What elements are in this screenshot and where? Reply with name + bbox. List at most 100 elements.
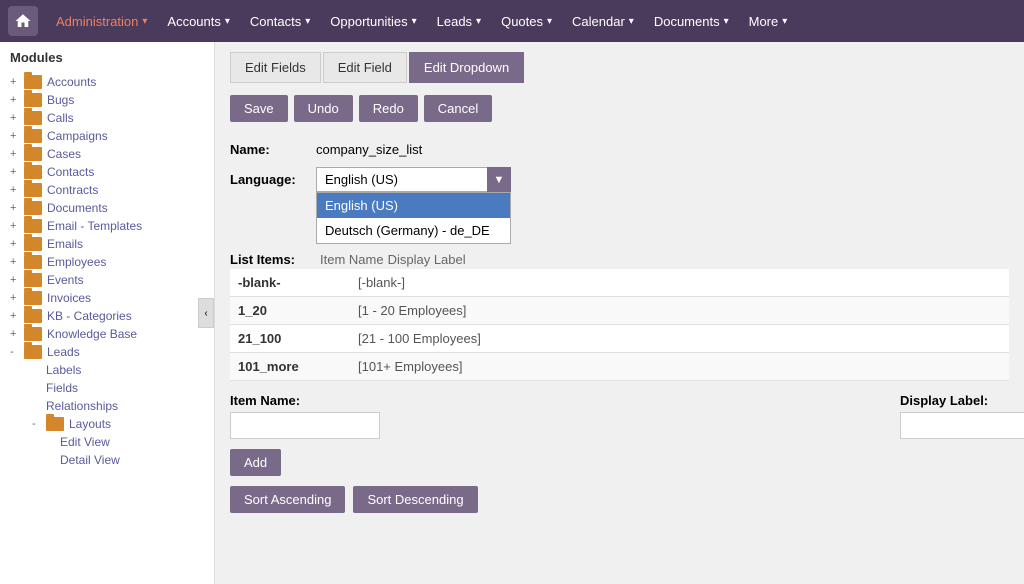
nav-administration[interactable]: Administration ▾ — [46, 0, 157, 42]
sidebar-item-cases[interactable]: + Cases — [0, 145, 214, 163]
nav-accounts[interactable]: Accounts ▾ — [157, 0, 240, 42]
nav-contacts[interactable]: Contacts ▾ — [240, 0, 320, 42]
sidebar-item-label: Layouts — [69, 417, 111, 431]
nav-documents[interactable]: Documents ▾ — [644, 0, 739, 42]
name-value: company_size_list — [316, 142, 422, 157]
sidebar-item-accounts[interactable]: + Accounts — [0, 73, 214, 91]
expand-icon: + — [10, 202, 24, 214]
folder-icon — [24, 147, 42, 161]
folder-icon — [24, 237, 42, 251]
sidebar-item-label: Edit View — [60, 435, 110, 449]
sidebar-item-invoices[interactable]: + Invoices — [0, 289, 214, 307]
sidebar-item-events[interactable]: + Events — [0, 271, 214, 289]
sidebar-item-label: Bugs — [47, 93, 74, 107]
language-option-english[interactable]: English (US) — [317, 193, 510, 218]
item-name-input[interactable] — [230, 412, 380, 439]
language-option-deutsch[interactable]: Deutsch (Germany) - de_DE — [317, 218, 510, 243]
nav-more[interactable]: More ▾ — [739, 0, 798, 42]
list-item-row: 101_more [101+ Employees] — [230, 353, 1009, 381]
sidebar-item-label: Knowledge Base — [47, 327, 137, 341]
expand-icon: + — [10, 166, 24, 178]
name-row: Name: company_size_list — [230, 142, 1009, 157]
sidebar-item-leads[interactable]: - Leads — [0, 343, 214, 361]
folder-icon — [24, 75, 42, 89]
nav-leads[interactable]: Leads ▾ — [427, 0, 491, 42]
item-display-cell: [21 - 100 Employees] — [358, 331, 481, 346]
calendar-arrow-icon: ▾ — [629, 16, 634, 27]
expand-icon: + — [10, 220, 24, 232]
sidebar-collapse-button[interactable]: ‹ — [198, 298, 214, 328]
sidebar-item-knowledge-base[interactable]: + Knowledge Base — [0, 325, 214, 343]
sidebar-item-detail-view[interactable]: Detail View — [0, 451, 214, 469]
name-label: Name: — [230, 142, 310, 157]
redo-button[interactable]: Redo — [359, 95, 418, 122]
sidebar-item-label: Contracts — [47, 183, 98, 197]
display-label-input[interactable] — [900, 412, 1024, 439]
display-label-group: Display Label: — [900, 393, 1024, 439]
sidebar-item-label: Accounts — [47, 75, 96, 89]
accounts-arrow-icon: ▾ — [225, 16, 230, 27]
sidebar-item-label: Campaigns — [47, 129, 108, 143]
folder-icon — [24, 129, 42, 143]
sidebar: ‹ Modules + Accounts + Bugs + Calls + Ca… — [0, 42, 215, 584]
nav-calendar[interactable]: Calendar ▾ — [562, 0, 644, 42]
leads-arrow-icon: ▾ — [476, 16, 481, 27]
expand-icon: - — [32, 418, 46, 430]
sidebar-item-bugs[interactable]: + Bugs — [0, 91, 214, 109]
folder-icon — [24, 93, 42, 107]
folder-icon — [24, 183, 42, 197]
cancel-button[interactable]: Cancel — [424, 95, 492, 122]
sidebar-item-calls[interactable]: + Calls — [0, 109, 214, 127]
sidebar-item-campaigns[interactable]: + Campaigns — [0, 127, 214, 145]
language-selected-value: English (US) — [325, 172, 398, 187]
list-items-label: List Items: — [230, 252, 310, 267]
item-name-cell: -blank- — [238, 275, 358, 290]
sidebar-item-contracts[interactable]: + Contracts — [0, 181, 214, 199]
folder-icon — [24, 165, 42, 179]
sort-descending-button[interactable]: Sort Descending — [353, 486, 477, 513]
expand-icon: + — [10, 76, 24, 88]
tab-edit-field[interactable]: Edit Field — [323, 52, 407, 83]
nav-quotes[interactable]: Quotes ▾ — [491, 0, 562, 42]
opportunities-arrow-icon: ▾ — [412, 16, 417, 27]
sidebar-item-relationships[interactable]: Relationships — [0, 397, 214, 415]
add-button[interactable]: Add — [230, 449, 281, 476]
sidebar-item-documents[interactable]: + Documents — [0, 199, 214, 217]
item-display-cell: [1 - 20 Employees] — [358, 303, 466, 318]
sidebar-item-layouts[interactable]: - Layouts — [0, 415, 214, 433]
toolbar: Save Undo Redo Cancel — [230, 95, 1009, 122]
item-display-cell: [-blank-] — [358, 275, 405, 290]
sidebar-item-label: Documents — [47, 201, 108, 215]
item-name-bottom-label: Item Name: — [230, 393, 380, 408]
tab-edit-dropdown[interactable]: Edit Dropdown — [409, 52, 524, 83]
item-name-cell: 101_more — [238, 359, 358, 374]
list-item-row: 21_100 [21 - 100 Employees] — [230, 325, 1009, 353]
save-button[interactable]: Save — [230, 95, 288, 122]
sort-ascending-button[interactable]: Sort Ascending — [230, 486, 345, 513]
sidebar-item-email-templates[interactable]: + Email - Templates — [0, 217, 214, 235]
undo-button[interactable]: Undo — [294, 95, 353, 122]
sidebar-item-edit-view[interactable]: Edit View — [0, 433, 214, 451]
language-label: Language: — [230, 172, 310, 187]
sidebar-item-employees[interactable]: + Employees — [0, 253, 214, 271]
sidebar-item-labels[interactable]: Labels — [0, 361, 214, 379]
sidebar-item-contacts[interactable]: + Contacts — [0, 163, 214, 181]
contacts-arrow-icon: ▾ — [305, 16, 310, 27]
sidebar-item-kb-categories[interactable]: + KB - Categories — [0, 307, 214, 325]
list-items-table: -blank- [-blank-] 1_20 [1 - 20 Employees… — [230, 269, 1009, 381]
sidebar-item-label: Employees — [47, 255, 106, 269]
sidebar-item-label: Leads — [47, 345, 80, 359]
home-button[interactable] — [8, 6, 38, 36]
language-dropdown[interactable]: English (US) ▼ English (US) Deutsch (Ger… — [316, 167, 511, 192]
folder-icon — [24, 273, 42, 287]
sidebar-item-label: Calls — [47, 111, 74, 125]
bottom-form: Item Name: Display Label: — [230, 393, 1009, 439]
expand-icon: + — [10, 130, 24, 142]
tab-edit-fields[interactable]: Edit Fields — [230, 52, 321, 83]
folder-icon — [24, 345, 42, 359]
folder-icon — [24, 327, 42, 341]
sidebar-item-emails[interactable]: + Emails — [0, 235, 214, 253]
list-item-row: -blank- [-blank-] — [230, 269, 1009, 297]
sidebar-item-fields[interactable]: Fields — [0, 379, 214, 397]
nav-opportunities[interactable]: Opportunities ▾ — [320, 0, 426, 42]
